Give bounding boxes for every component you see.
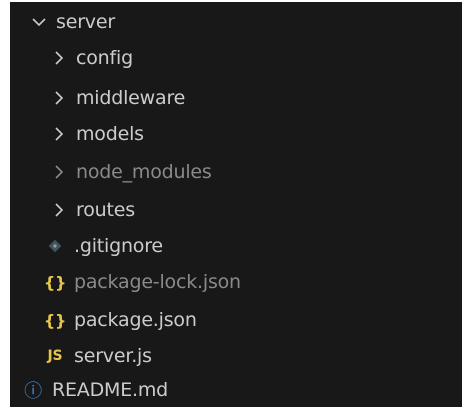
tree-folder-node-modules[interactable]: node_modules xyxy=(10,154,462,190)
tree-folder-routes[interactable]: routes xyxy=(10,192,462,228)
chevron-right-icon[interactable] xyxy=(50,198,68,222)
tree-file-label: README.md xyxy=(52,379,169,401)
tree-file-gitignore[interactable]: .gitignore xyxy=(10,228,462,264)
tree-folder-label: models xyxy=(76,123,144,145)
tree-folder-middleware[interactable]: middleware xyxy=(10,80,462,116)
chevron-right-icon[interactable] xyxy=(50,122,68,146)
tree-file-label: server.js xyxy=(74,345,152,367)
file-explorer-tree: server config middleware models node_mod… xyxy=(10,2,462,407)
tree-folder-server[interactable]: server xyxy=(10,4,462,40)
git-diamond-icon xyxy=(44,234,66,258)
tree-folder-models[interactable]: models xyxy=(10,116,462,152)
tree-folder-label: config xyxy=(76,47,133,69)
chevron-right-icon[interactable] xyxy=(50,46,68,70)
chevron-down-icon[interactable] xyxy=(30,10,48,34)
tree-file-package-json[interactable]: {} package.json xyxy=(10,302,462,338)
tree-file-server-js[interactable]: JS server.js xyxy=(10,338,462,374)
tree-folder-label: routes xyxy=(76,199,135,221)
tree-file-label: package-lock.json xyxy=(74,271,241,293)
tree-folder-label: middleware xyxy=(76,87,186,109)
tree-file-label: .gitignore xyxy=(74,235,163,257)
tree-file-readme-md[interactable]: ⓘ README.md xyxy=(10,372,462,407)
info-icon: ⓘ xyxy=(24,381,42,402)
tree-file-label: package.json xyxy=(74,309,197,331)
tree-folder-config[interactable]: config xyxy=(10,40,462,76)
javascript-icon: JS xyxy=(47,348,63,364)
json-braces-icon: {} xyxy=(43,310,67,330)
tree-folder-label: server xyxy=(56,11,115,33)
chevron-right-icon[interactable] xyxy=(50,160,68,184)
tree-folder-label: node_modules xyxy=(76,161,212,183)
tree-file-package-lock-json[interactable]: {} package-lock.json xyxy=(10,264,462,300)
chevron-right-icon[interactable] xyxy=(50,86,68,110)
json-braces-icon: {} xyxy=(43,272,67,292)
